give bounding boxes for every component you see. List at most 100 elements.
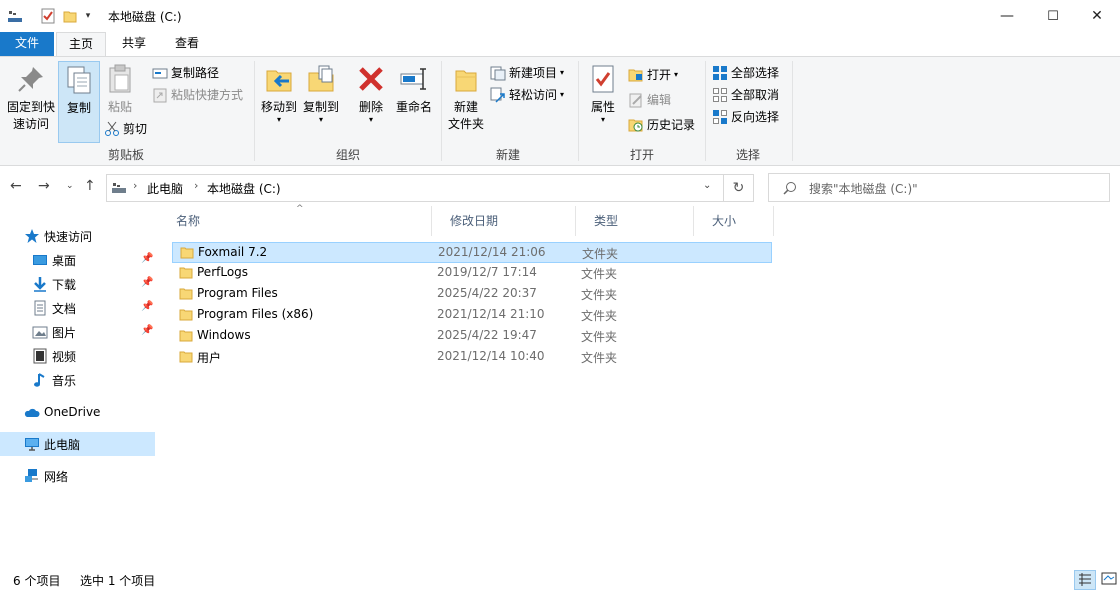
- open-button[interactable]: 打开 ▾: [628, 65, 678, 85]
- properties-quick-icon[interactable]: [40, 7, 56, 25]
- copy-to-button[interactable]: 复制到 ▾: [300, 61, 342, 124]
- invert-selection-button[interactable]: 反向选择: [712, 107, 779, 127]
- table-row[interactable]: Program Files 2025/4/22 20:37 文件夹: [172, 284, 772, 305]
- nav-item-videos[interactable]: 视频: [0, 344, 155, 368]
- select-none-button[interactable]: 全部取消: [712, 85, 779, 105]
- file-date: 2025/4/22 20:37: [437, 286, 537, 300]
- scissors-icon: [105, 121, 119, 136]
- forward-arrow-icon[interactable]: →: [38, 178, 50, 194]
- search-box[interactable]: 搜索"本地磁盘 (C:)": [768, 173, 1110, 202]
- address-bar[interactable]: › 此电脑 › 本地磁盘 (C:) ⌄: [106, 174, 724, 202]
- nav-this-pc[interactable]: 此电脑: [0, 432, 155, 456]
- system-menu-icon[interactable]: [6, 7, 24, 25]
- column-header-size[interactable]: 大小: [694, 206, 774, 236]
- properties-button[interactable]: 属性 ▾: [582, 61, 624, 124]
- nav-item-desktop[interactable]: 桌面 📌: [0, 248, 155, 272]
- refresh-icon[interactable]: ↻: [724, 174, 754, 202]
- computer-icon: [25, 438, 39, 451]
- tab-home[interactable]: 主页: [56, 32, 106, 57]
- tab-share[interactable]: 共享: [110, 32, 158, 56]
- table-row[interactable]: Foxmail 7.2 2021/12/14 21:06 文件夹: [172, 242, 772, 263]
- new-folder-quick-icon[interactable]: [62, 7, 78, 25]
- nav-item-label: 文档: [52, 301, 77, 316]
- selected-count: 选中 1 个项目: [80, 574, 156, 588]
- new-item-icon: [490, 66, 506, 81]
- rename-button[interactable]: 重命名: [392, 61, 436, 116]
- recent-locations-chevron-icon[interactable]: ⌄: [66, 181, 74, 191]
- group-divider: [792, 61, 793, 161]
- move-to-dropdown-icon: ▾: [276, 115, 281, 124]
- delete-icon: [359, 67, 383, 91]
- nav-quick-access[interactable]: 快速访问: [0, 224, 155, 248]
- select-none-icon: [713, 88, 727, 102]
- back-arrow-icon[interactable]: ←: [10, 178, 22, 194]
- desktop-icon: [33, 255, 47, 265]
- table-row[interactable]: 用户 2021/12/14 10:40 文件夹: [172, 347, 772, 368]
- cut-button[interactable]: 剪切: [104, 119, 147, 139]
- nav-item-downloads[interactable]: 下载 📌: [0, 272, 155, 296]
- delete-dropdown-icon: ▾: [368, 115, 373, 124]
- history-icon: [628, 119, 643, 132]
- breadcrumb-drive-c[interactable]: 本地磁盘 (C:): [207, 180, 281, 197]
- column-header-name[interactable]: 名称: [158, 206, 432, 236]
- close-button[interactable]: ✕: [1074, 0, 1120, 32]
- network-icon: [25, 469, 38, 482]
- large-icons-view-button[interactable]: [1099, 570, 1119, 590]
- select-all-icon: [713, 66, 727, 80]
- copy-button[interactable]: 复制: [58, 61, 100, 143]
- file-type: 文件夹: [581, 267, 618, 281]
- table-row[interactable]: Windows 2025/4/22 19:47 文件夹: [172, 326, 772, 347]
- organize-group-label: 组织: [335, 148, 360, 162]
- new-folder-button[interactable]: 新建 文件夹: [444, 61, 488, 133]
- details-view-button[interactable]: [1074, 570, 1096, 590]
- address-history-chevron-icon[interactable]: ⌄: [703, 180, 711, 191]
- edit-button[interactable]: 编辑: [628, 90, 671, 110]
- clipboard-group-label: 剪贴板: [107, 148, 144, 162]
- file-name: 用户: [197, 351, 222, 365]
- file-name: PerfLogs: [197, 265, 249, 279]
- tab-file[interactable]: 文件: [0, 32, 54, 56]
- tab-view[interactable]: 查看: [162, 32, 212, 56]
- easy-access-button[interactable]: 轻松访问 ▾: [490, 85, 564, 105]
- nav-network[interactable]: 网络: [0, 464, 155, 488]
- nav-item-label: 下载: [52, 277, 77, 292]
- nav-item-documents[interactable]: 文档 📌: [0, 296, 155, 320]
- ribbon: 固定到快 速访问 复制 粘贴 复制路径 粘贴快捷方式 剪切 剪贴板 移动到 ▾ …: [0, 56, 1120, 166]
- breadcrumb-this-pc[interactable]: 此电脑: [147, 180, 183, 197]
- rename-label: 重命名: [395, 100, 432, 114]
- properties-label: 属性: [590, 100, 615, 114]
- details-view-icon: [1079, 573, 1091, 586]
- file-type: 文件夹: [582, 247, 619, 261]
- new-group-label: 新建: [495, 148, 520, 162]
- table-row[interactable]: Program Files (x86) 2021/12/14 21:10 文件夹: [172, 305, 772, 326]
- select-all-button[interactable]: 全部选择: [712, 63, 779, 83]
- up-arrow-icon[interactable]: ↑: [84, 178, 96, 194]
- easy-access-label: 轻松访问: [509, 88, 558, 102]
- customize-quick-access-icon[interactable]: ▾: [82, 7, 94, 25]
- minimize-button[interactable]: —: [984, 0, 1030, 32]
- column-header-date[interactable]: 修改日期: [432, 206, 576, 236]
- delete-button[interactable]: 删除 ▾: [354, 61, 388, 124]
- new-item-button[interactable]: 新建项目 ▾: [490, 63, 564, 83]
- pin-to-quick-access-button[interactable]: 固定到快 速访问: [4, 61, 58, 133]
- copy-label: 复制: [66, 101, 91, 115]
- paste-shortcut-button[interactable]: 粘贴快捷方式: [152, 85, 243, 105]
- pinned-icon: 📌: [141, 253, 154, 264]
- maximize-button[interactable]: ☐: [1030, 0, 1076, 32]
- table-row[interactable]: PerfLogs 2019/12/7 17:14 文件夹: [172, 263, 772, 284]
- nav-item-music[interactable]: 音乐: [0, 368, 155, 392]
- group-divider: [578, 61, 579, 161]
- file-date: 2025/4/22 19:47: [437, 328, 537, 342]
- column-header-type[interactable]: 类型: [576, 206, 694, 236]
- file-date: 2019/12/7 17:14: [437, 265, 537, 279]
- paste-button[interactable]: 粘贴: [102, 61, 138, 116]
- breadcrumb-separator-icon: ›: [194, 179, 199, 192]
- nav-item-pictures[interactable]: 图片 📌: [0, 320, 155, 344]
- copy-path-button[interactable]: 复制路径: [152, 63, 219, 83]
- select-none-label: 全部取消: [731, 88, 780, 102]
- move-to-button[interactable]: 移动到 ▾: [258, 61, 300, 124]
- file-name: Program Files (x86): [197, 307, 314, 321]
- nav-onedrive[interactable]: OneDrive: [0, 400, 155, 424]
- paste-label: 粘贴: [107, 100, 132, 114]
- history-button[interactable]: 历史记录: [628, 115, 695, 135]
